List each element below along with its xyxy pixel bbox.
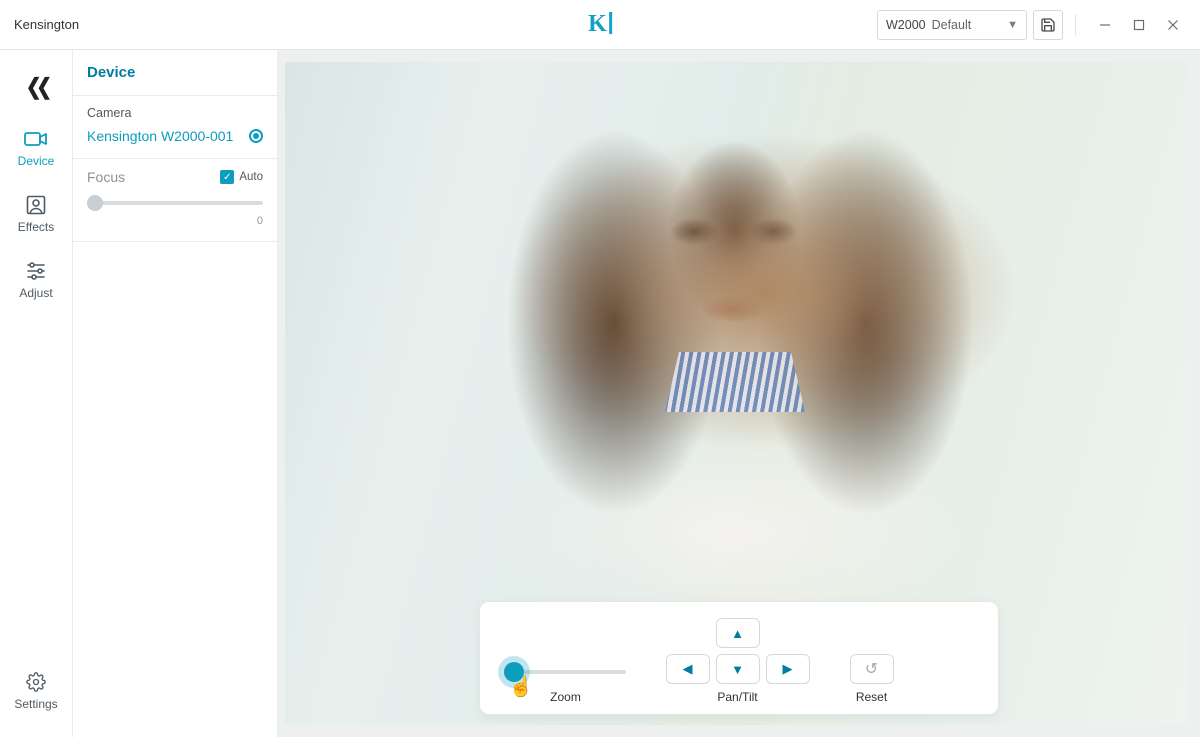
sidebar-item-label: Adjust	[19, 286, 52, 300]
zoom-label: Zoom	[550, 690, 581, 704]
focus-value: 0	[87, 215, 263, 227]
camera-selected-radio[interactable]	[249, 129, 263, 143]
triangle-left-icon: ◀	[683, 661, 693, 677]
sidebar-item-effects[interactable]: Effects	[18, 194, 54, 234]
save-preset-button[interactable]	[1033, 10, 1063, 40]
reset-control-group: ↺ Reset	[850, 618, 894, 704]
sidebar: ❮❮ Device Effects Adjust Settings	[0, 50, 72, 737]
app-title: Kensington	[14, 17, 79, 32]
camera-section-label: Camera	[87, 106, 263, 120]
triangle-up-icon: ▲	[731, 626, 744, 641]
focus-slider[interactable]	[87, 195, 263, 211]
chevron-down-icon: ▼	[1007, 19, 1018, 31]
titlebar: Kensington K W2000 Default ▼	[0, 0, 1200, 50]
panel-title: Device	[73, 50, 277, 96]
pantilt-label: Pan/Tilt	[717, 690, 757, 704]
device-panel: Device Camera Kensington W2000-001 Focus…	[72, 50, 277, 737]
reset-button[interactable]: ↺	[850, 654, 894, 684]
maximize-icon	[1133, 19, 1145, 31]
portrait-icon	[26, 194, 46, 216]
sliders-icon	[26, 260, 46, 282]
chevron-left-double-icon: ❮❮	[25, 74, 46, 99]
camera-section: Camera Kensington W2000-001	[73, 96, 277, 159]
minimize-icon	[1099, 19, 1111, 31]
tilt-down-button[interactable]: ▼	[716, 654, 760, 684]
camera-icon	[24, 128, 48, 150]
preset-value: Default	[932, 18, 972, 32]
main-area: ☝ Zoom ▲ ◀ ▼ ▶ Pan/Tilt ↺ Reset	[277, 50, 1200, 737]
slider-track	[87, 201, 263, 205]
ptz-controls-card: ☝ Zoom ▲ ◀ ▼ ▶ Pan/Tilt ↺ Reset	[479, 601, 999, 715]
triangle-right-icon: ▶	[783, 661, 793, 677]
zoom-slider[interactable]: ☝	[506, 660, 626, 684]
pan-left-button[interactable]: ◀	[666, 654, 710, 684]
focus-auto-checkbox[interactable]: ✓ Auto	[220, 170, 263, 184]
pantilt-control-group: ▲ ◀ ▼ ▶ Pan/Tilt	[666, 618, 810, 704]
zoom-track	[506, 670, 626, 674]
undo-icon: ↺	[865, 659, 878, 679]
titlebar-separator	[1075, 14, 1076, 36]
brand-logo-icon: K	[588, 11, 612, 38]
checkbox-checked-icon: ✓	[220, 170, 234, 184]
preset-dropdown[interactable]: W2000 Default ▼	[877, 10, 1027, 40]
zoom-thumb[interactable]	[504, 662, 524, 682]
focus-section: Focus ✓ Auto 0	[73, 159, 277, 242]
preset-name: W2000	[886, 18, 926, 32]
sidebar-item-adjust[interactable]: Adjust	[19, 260, 52, 300]
sidebar-item-label: Settings	[14, 697, 57, 711]
window-minimize-button[interactable]	[1088, 10, 1122, 40]
close-icon	[1167, 19, 1179, 31]
camera-name[interactable]: Kensington W2000-001	[87, 128, 233, 144]
triangle-down-icon: ▼	[731, 662, 744, 677]
sidebar-item-label: Device	[18, 154, 55, 168]
window-close-button[interactable]	[1156, 10, 1190, 40]
sidebar-item-settings[interactable]: Settings	[14, 671, 57, 711]
auto-label: Auto	[239, 171, 263, 183]
tilt-up-button[interactable]: ▲	[716, 618, 760, 648]
reset-label: Reset	[856, 690, 887, 704]
collapse-sidebar-button[interactable]: ❮❮	[25, 74, 46, 100]
pan-right-button[interactable]: ▶	[766, 654, 810, 684]
sidebar-item-label: Effects	[18, 220, 54, 234]
gear-icon	[26, 671, 46, 693]
sidebar-item-device[interactable]: Device	[18, 128, 55, 168]
focus-label: Focus	[87, 169, 125, 185]
slider-thumb[interactable]	[87, 195, 103, 211]
window-maximize-button[interactable]	[1122, 10, 1156, 40]
save-icon	[1040, 17, 1056, 33]
zoom-control-group: ☝ Zoom	[506, 660, 626, 704]
